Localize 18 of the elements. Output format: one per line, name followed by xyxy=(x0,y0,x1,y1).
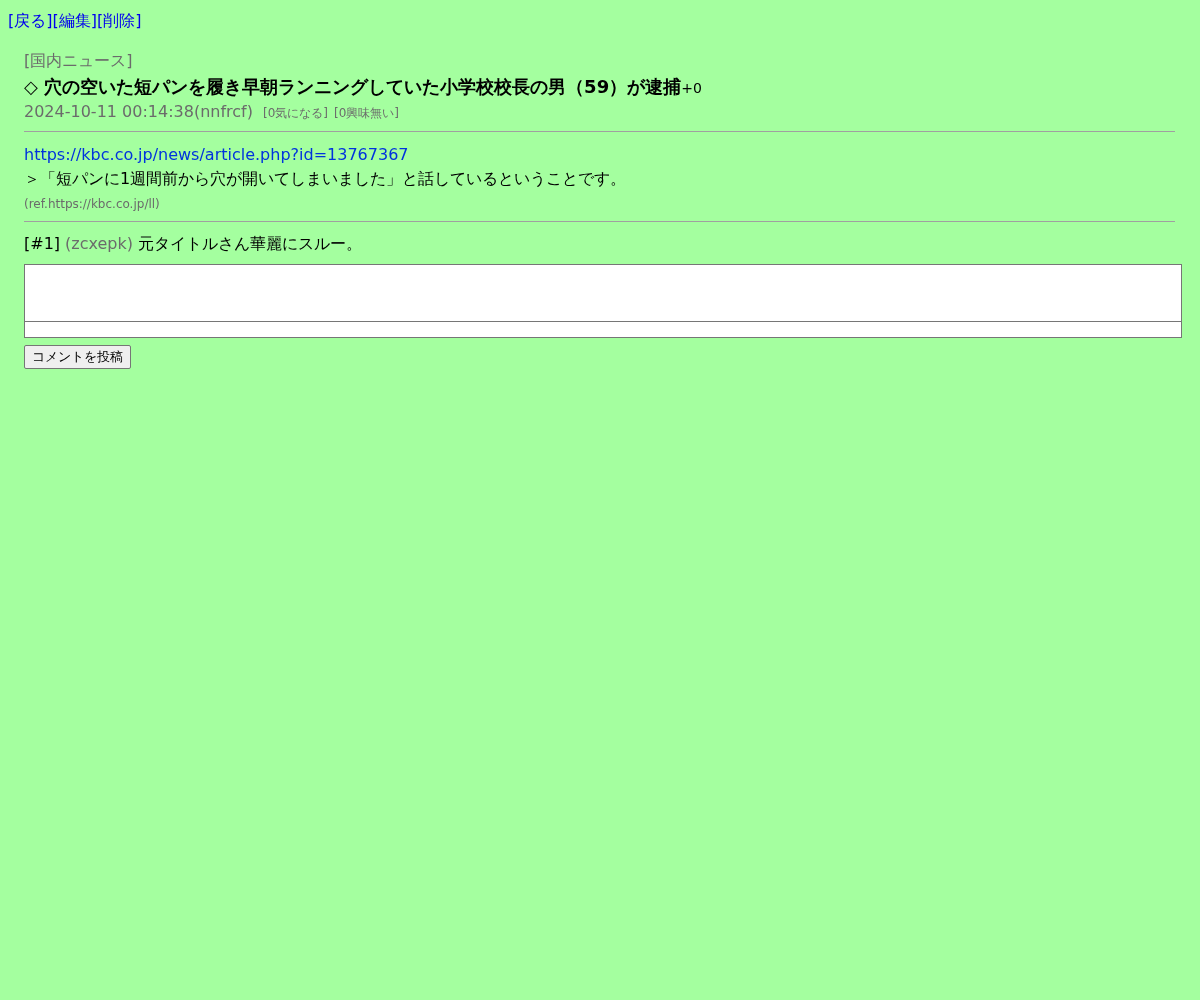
comment-number: [#1] xyxy=(24,233,61,255)
nav-link[interactable]: [戻る] xyxy=(8,10,53,32)
nav-link[interactable]: [編集] xyxy=(52,10,97,32)
comment-field[interactable] xyxy=(24,264,1182,322)
quote-text: ＞「短パンに1週間前から穴が開いてしまいました」と話しているということです。 xyxy=(24,168,627,190)
ref-source: (ref.https://kbc.co.jp/ll) xyxy=(24,196,160,213)
nav-link[interactable]: [削除] xyxy=(96,10,142,32)
post-comment-button[interactable]: コメントを投稿 xyxy=(24,345,131,369)
reaction-link[interactable]: [0興味無い] xyxy=(334,104,399,122)
category-label: [国内ニュース] xyxy=(24,50,133,72)
article-link[interactable]: https://kbc.co.jp/news/article.php?id=13767367 xyxy=(24,145,409,164)
comment-field[interactable] xyxy=(24,322,1182,338)
reaction-link[interactable]: [0気になる] xyxy=(263,104,328,122)
comment-text: 元タイトルさん華麗にスルー。 xyxy=(138,233,362,255)
article-title: ◇ 穴の空いた短パンを履き早朝ランニングしていた小学校校長の男（59）が逮捕 xyxy=(24,75,682,99)
comment-author: (zcxepk) xyxy=(65,233,133,255)
score-label: +0 xyxy=(681,80,702,98)
post-meta: 2024-10-11 00:14:38(nnfrcf) xyxy=(24,101,253,123)
